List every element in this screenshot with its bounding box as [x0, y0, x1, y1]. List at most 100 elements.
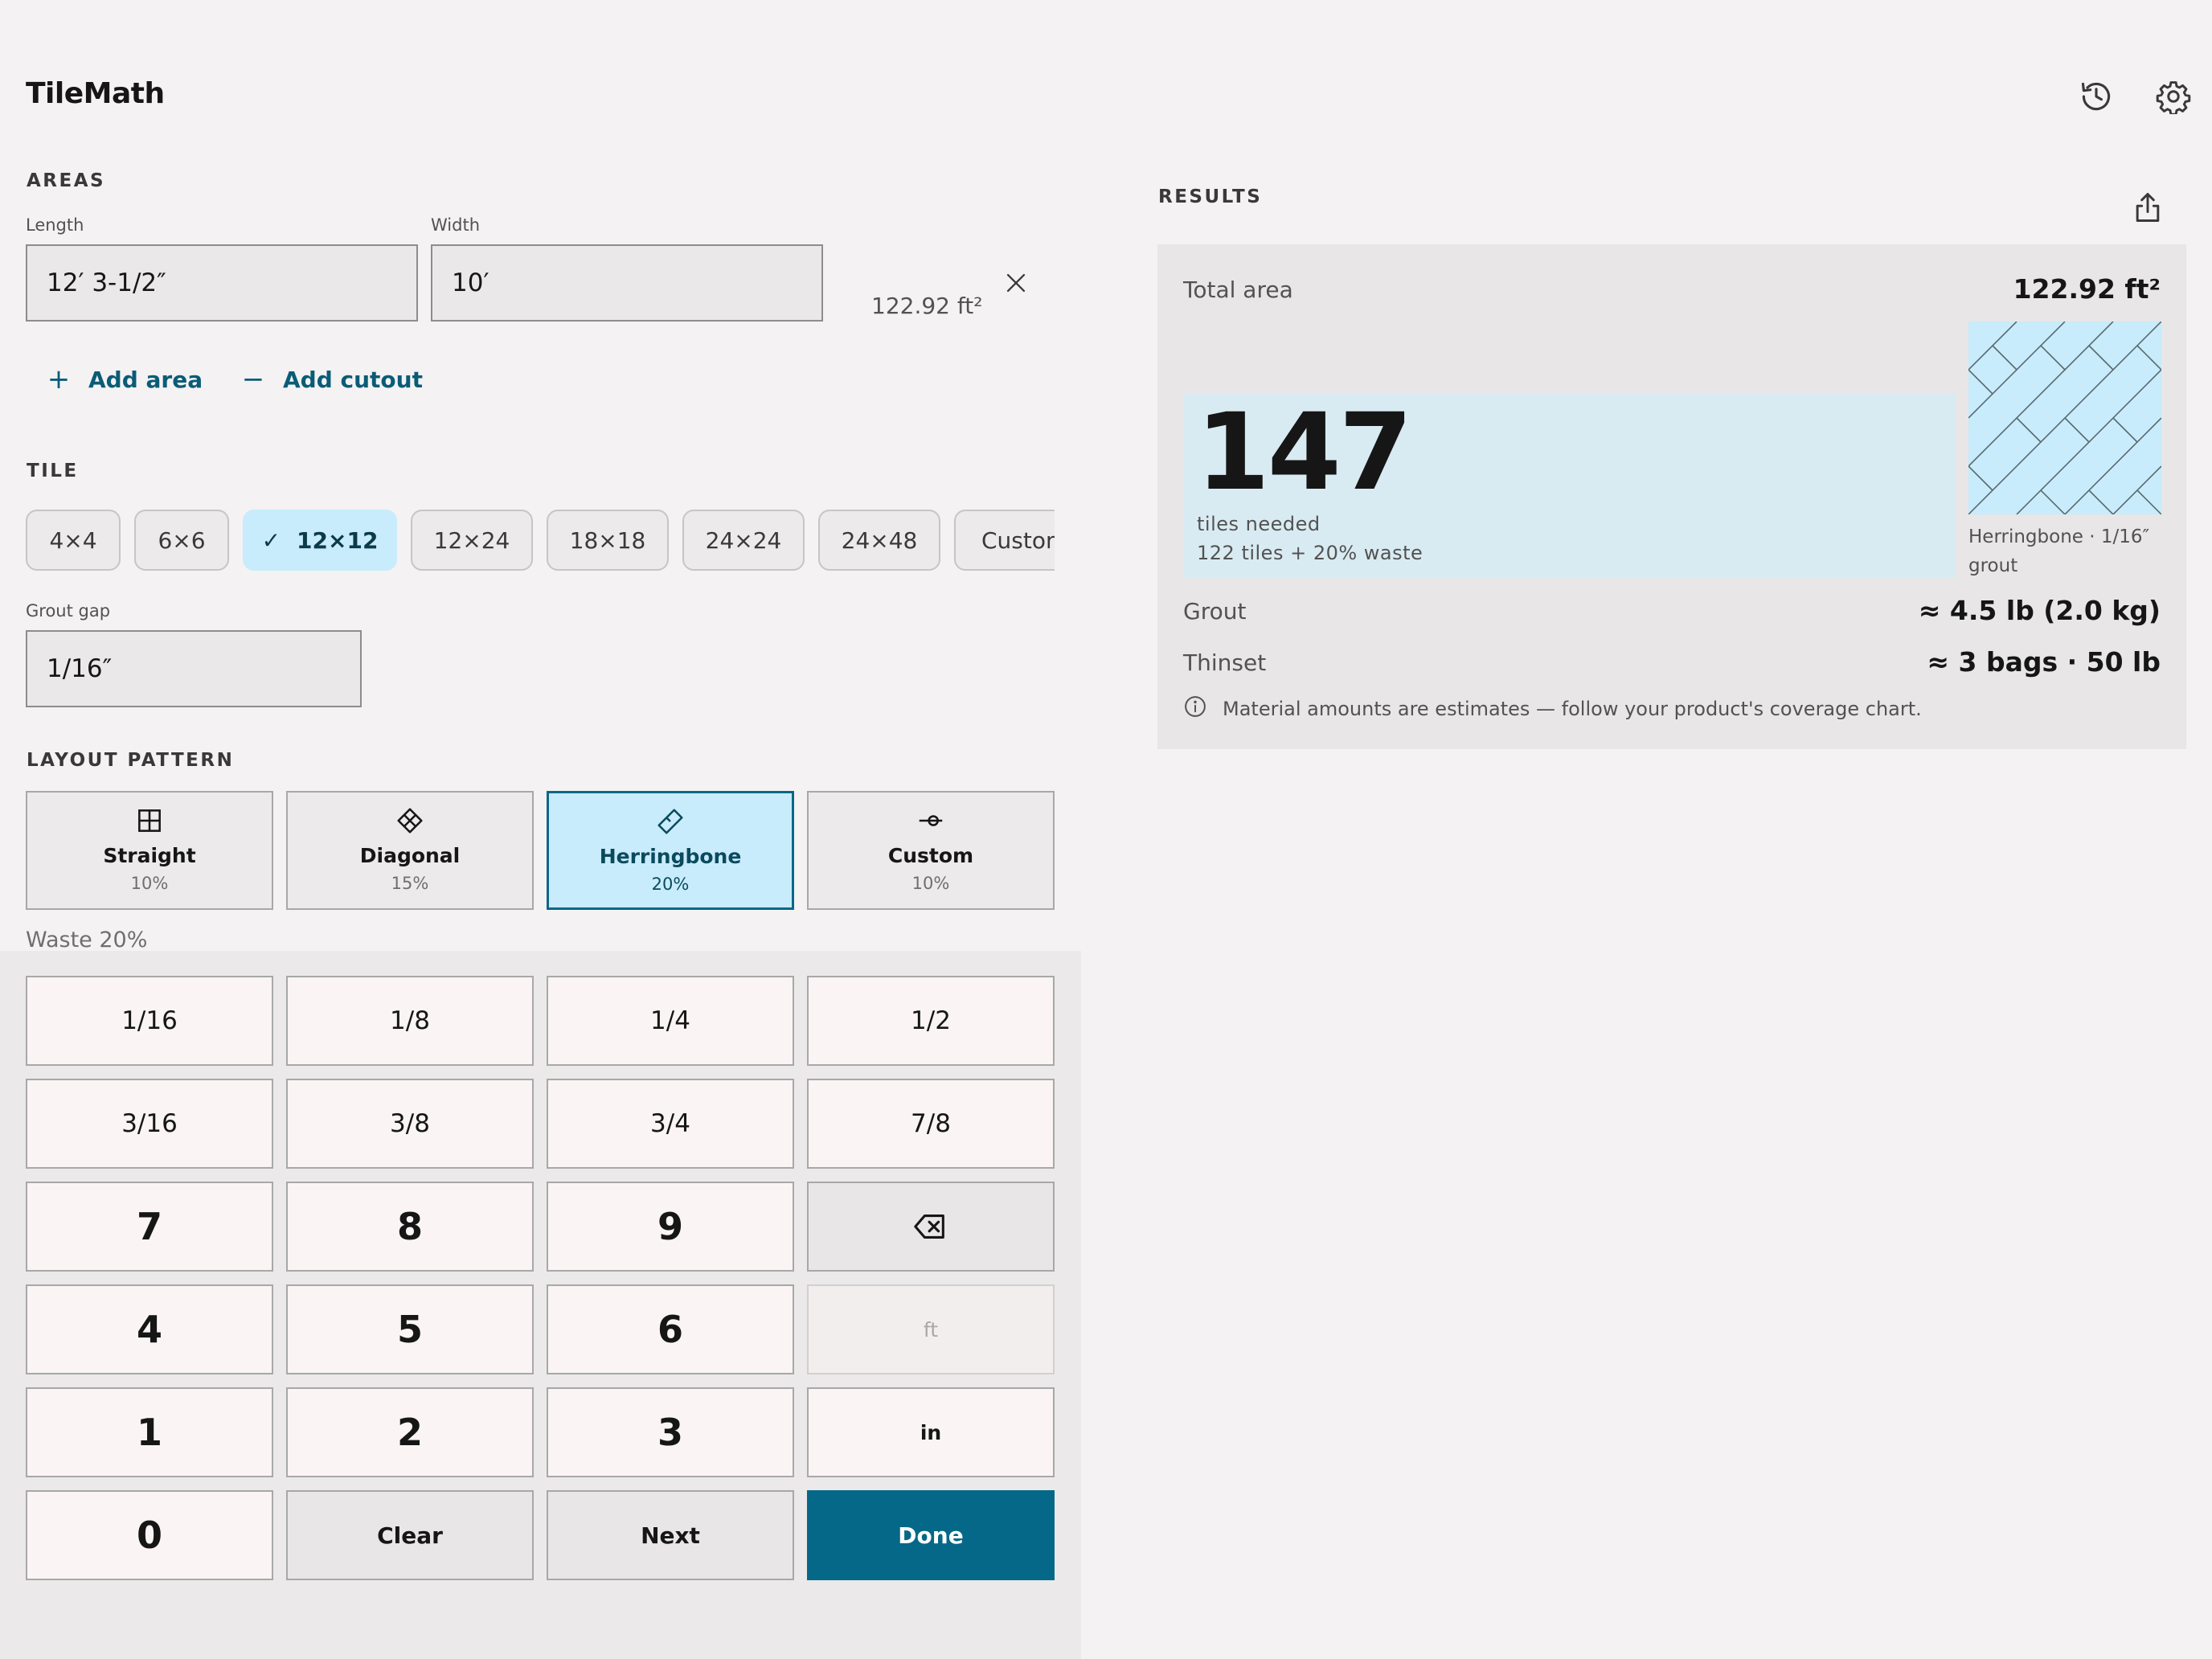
gear-icon: [2156, 81, 2191, 114]
share-button[interactable]: [2122, 182, 2173, 233]
waste-label: Waste 20%: [26, 928, 148, 952]
herringbone-icon: [657, 809, 683, 834]
pattern-waste-pct: 20%: [651, 875, 690, 894]
key-1-16[interactable]: 1/16: [26, 976, 273, 1066]
tile-chip-12x24[interactable]: 12×24: [411, 510, 533, 571]
pattern-name: Herringbone: [599, 845, 742, 868]
width-field[interactable]: 10′: [431, 244, 823, 322]
key-2[interactable]: 2: [286, 1387, 534, 1477]
key-6[interactable]: 6: [547, 1284, 794, 1374]
checkmark-icon: ✓: [261, 526, 281, 554]
key-3[interactable]: 3: [547, 1387, 794, 1477]
tile-chip-4x4[interactable]: 4×4: [26, 510, 121, 571]
info-icon: [1183, 694, 1207, 719]
key-7[interactable]: 7: [26, 1182, 273, 1272]
pattern-herringbone[interactable]: Herringbone 20%: [547, 791, 794, 910]
chip-label: 24×48: [841, 526, 918, 554]
key-8[interactable]: 8: [286, 1182, 534, 1272]
share-icon: [2136, 193, 2160, 222]
history-icon: [2081, 82, 2111, 111]
key-1-2[interactable]: 1/2: [807, 976, 1055, 1066]
grout-value: ≈ 4.5 lb (2.0 kg): [1918, 595, 2161, 626]
chip-label: 24×24: [705, 526, 782, 554]
pattern-waste-pct: 15%: [391, 874, 429, 893]
tiles-needed-count: 147: [1196, 391, 1413, 514]
next-button[interactable]: Next: [547, 1490, 794, 1580]
pattern-name: Straight: [103, 844, 196, 867]
grid-icon: [138, 809, 161, 832]
plus-icon: +: [47, 363, 71, 395]
clear-button[interactable]: Clear: [286, 1490, 534, 1580]
thinset-label: Thinset: [1183, 649, 1267, 676]
grout-gap-field[interactable]: 1/16″: [26, 630, 362, 707]
key-unit-ft[interactable]: ft: [807, 1284, 1055, 1374]
remove-area-button[interactable]: [990, 257, 1042, 309]
add-area-label: Add area: [88, 366, 203, 393]
chip-label: 18×18: [569, 526, 646, 554]
length-label: Length: [26, 215, 84, 235]
pattern-preview: [1968, 322, 2161, 514]
pattern-custom[interactable]: Custom 10%: [807, 791, 1055, 910]
tile-chip-24x24[interactable]: 24×24: [682, 510, 805, 571]
key-7-8[interactable]: 7/8: [807, 1079, 1055, 1169]
tile-chip-custom[interactable]: Custom: [954, 510, 1055, 571]
add-cutout-label: Add cutout: [283, 366, 423, 393]
total-area-value: 122.92 ft²: [2013, 273, 2161, 305]
pattern-waste-pct: 10%: [130, 874, 169, 893]
key-3-16[interactable]: 3/16: [26, 1079, 273, 1169]
key-0[interactable]: 0: [26, 1490, 273, 1580]
tile-section-label: TILE: [27, 461, 79, 481]
minus-icon: −: [241, 363, 265, 395]
key-3-4[interactable]: 3/4: [547, 1079, 794, 1169]
tile-chip-12x12[interactable]: ✓ 12×12: [243, 510, 397, 571]
history-button[interactable]: [2071, 71, 2122, 122]
pattern-waste-pct: 10%: [911, 874, 950, 893]
tile-chip-6x6[interactable]: 6×6: [134, 510, 229, 571]
key-1-8[interactable]: 1/8: [286, 976, 534, 1066]
key-3-8[interactable]: 3/8: [286, 1079, 534, 1169]
width-label: Width: [431, 215, 481, 235]
pattern-diagonal[interactable]: Diagonal 15%: [286, 791, 534, 910]
custom-pattern-icon: [919, 815, 943, 826]
chip-label: Custom: [981, 526, 1055, 554]
tiles-breakdown: 122 tiles + 20% waste: [1197, 542, 1423, 564]
add-cutout-button[interactable]: − Add cutout: [241, 363, 423, 395]
key-9[interactable]: 9: [547, 1182, 794, 1272]
thinset-value: ≈ 3 bags · 50 lb: [1927, 646, 2161, 678]
length-field[interactable]: 12′ 3-1/2″: [26, 244, 418, 322]
chip-label: 12×24: [433, 526, 510, 554]
pattern-preview-caption: Herringbone · 1/16″ grout: [1968, 526, 2150, 576]
key-backspace[interactable]: [807, 1182, 1055, 1272]
grout-gap-label: Grout gap: [26, 601, 111, 621]
done-button[interactable]: Done: [807, 1490, 1055, 1580]
tile-chip-18x18[interactable]: 18×18: [547, 510, 669, 571]
grout-label: Grout: [1183, 598, 1247, 625]
pattern-straight[interactable]: Straight 10%: [26, 791, 273, 910]
settings-button[interactable]: [2148, 71, 2199, 122]
key-1[interactable]: 1: [26, 1387, 273, 1477]
pattern-name: Diagonal: [359, 844, 461, 867]
pattern-name: Custom: [887, 844, 974, 867]
areas-section-label: AREAS: [27, 170, 106, 191]
chip-label: 12×12: [297, 526, 379, 554]
tile-size-chips: 4×4 6×6 ✓ 12×12 12×24 18×18 24×24 24×48 …: [26, 510, 1055, 572]
add-area-button[interactable]: + Add area: [47, 363, 203, 395]
chip-label: 4×4: [49, 526, 97, 554]
backspace-icon: [914, 1215, 944, 1239]
herringbone-preview-image: [1968, 322, 2161, 514]
key-4[interactable]: 4: [26, 1284, 273, 1374]
results-section-label: RESULTS: [1158, 186, 1263, 207]
close-icon: [1006, 273, 1026, 293]
layout-section-label: LAYOUT PATTERN: [27, 750, 235, 771]
chip-label: 6×6: [158, 526, 206, 554]
app-title: TileMath: [26, 77, 165, 110]
tile-chip-24x48[interactable]: 24×48: [818, 510, 940, 571]
key-1-4[interactable]: 1/4: [547, 976, 794, 1066]
diamond-grid-icon: [397, 808, 423, 834]
key-unit-in[interactable]: in: [807, 1387, 1055, 1477]
area-result: 122.92 ft²: [871, 293, 983, 319]
key-5[interactable]: 5: [286, 1284, 534, 1374]
tiles-needed-label: tiles needed: [1197, 513, 1321, 535]
estimate-note: Material amounts are estimates — follow …: [1223, 698, 1922, 720]
total-area-label: Total area: [1183, 276, 1293, 303]
